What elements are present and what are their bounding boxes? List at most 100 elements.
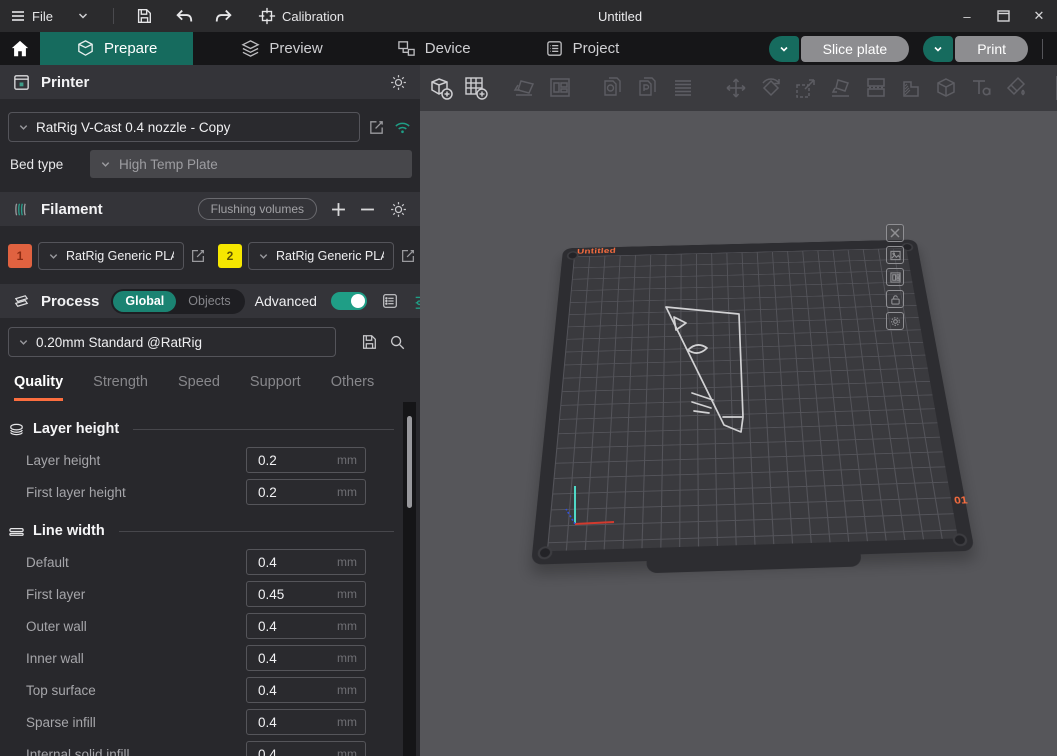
prepare-icon: [76, 39, 95, 58]
plate-settings-gear-icon[interactable]: [886, 312, 904, 330]
close-button[interactable]: ✕: [1021, 0, 1057, 32]
print-button[interactable]: Print: [923, 36, 1028, 62]
auto-orient-button[interactable]: [512, 75, 538, 101]
edit-printer-icon[interactable]: [368, 119, 385, 136]
slice-options-dropdown[interactable]: [769, 36, 799, 62]
setting-label: Layer height: [8, 453, 246, 468]
paste-button[interactable]: [635, 75, 661, 101]
tab-strength[interactable]: Strength: [93, 374, 148, 401]
delete-plate-icon[interactable]: [886, 224, 904, 242]
tab-speed[interactable]: Speed: [178, 374, 220, 401]
first-layer-height-input[interactable]: 0.2 mm: [246, 479, 366, 505]
edit-filament-2-icon[interactable]: [400, 248, 416, 264]
printer-settings-gear-icon[interactable]: [389, 73, 408, 92]
main-tab-bar: Prepare Preview Device Project Slice pla…: [0, 32, 1057, 65]
setting-unit: mm: [337, 619, 357, 633]
filament-section-header: Filament Flushing volumes: [0, 192, 420, 226]
line-width-sparse-infill-input[interactable]: 0.4 mm: [246, 709, 366, 735]
tab-quality[interactable]: Quality: [14, 374, 63, 401]
viewport-3d[interactable]: Untitled 01: [420, 65, 1057, 756]
mesh-boolean-button[interactable]: [933, 75, 959, 101]
print-options-dropdown[interactable]: [923, 36, 953, 62]
filament-2-select[interactable]: RatRig Generic PLA: [248, 242, 394, 270]
flushing-volumes-button[interactable]: Flushing volumes: [198, 198, 317, 220]
setting-row: First layer 0.45 mm: [8, 578, 394, 610]
printer-wifi-icon[interactable]: [393, 119, 412, 135]
home-icon: [10, 39, 30, 59]
undo-button[interactable]: [170, 4, 198, 28]
calibration-button[interactable]: Calibration: [258, 7, 344, 25]
group-divider: [133, 429, 394, 430]
chevron-down-icon: [48, 251, 59, 262]
line-width-default-input[interactable]: 0.4 mm: [246, 549, 366, 575]
printer-icon: [12, 73, 31, 92]
advanced-toggle[interactable]: [331, 292, 367, 310]
move-button[interactable]: [723, 75, 749, 101]
bed-type-select[interactable]: High Temp Plate: [90, 150, 412, 178]
hamburger-icon: [10, 8, 26, 24]
minimize-button[interactable]: –: [949, 0, 985, 32]
device-icon: [397, 39, 416, 58]
filament-settings-gear-icon[interactable]: [389, 200, 408, 219]
chevron-down-icon: [18, 337, 29, 348]
settings-panel: Layer height Layer height 0.2 mm First l…: [0, 402, 420, 756]
filament-icon: [12, 200, 31, 219]
scale-button[interactable]: [793, 75, 819, 101]
file-menu[interactable]: File: [10, 8, 53, 24]
line-width-first-layer-input[interactable]: 0.45 mm: [246, 581, 366, 607]
maximize-button[interactable]: [985, 0, 1021, 32]
filament-2-swatch[interactable]: 2: [218, 244, 242, 268]
tab-support[interactable]: Support: [250, 374, 301, 401]
text-tool-button[interactable]: [968, 75, 994, 101]
file-menu-dropdown[interactable]: [69, 4, 97, 28]
edit-filament-1-icon[interactable]: [190, 248, 206, 264]
plate-name-label[interactable]: Untitled: [577, 247, 616, 256]
arrange-button[interactable]: [547, 75, 573, 101]
split-button[interactable]: [863, 75, 889, 101]
slice-plate-button[interactable]: Slice plate: [769, 36, 910, 62]
filament-1-value: RatRig Generic PLA: [66, 249, 174, 263]
layer-height-input[interactable]: 0.2 mm: [246, 447, 366, 473]
filament-1-select[interactable]: RatRig Generic PLA: [38, 242, 184, 270]
lock-plate-icon[interactable]: [886, 290, 904, 308]
settings-scrollbar[interactable]: [403, 402, 416, 756]
color-painting-button[interactable]: [1003, 75, 1029, 101]
setting-label: Top surface: [8, 683, 246, 698]
printer-preset-select[interactable]: RatRig V-Cast 0.4 nozzle - Copy: [8, 112, 360, 142]
line-width-internal-solid-infill-input[interactable]: 0.4 mm: [246, 741, 366, 756]
merge-layers-button[interactable]: [670, 75, 696, 101]
process-preset-select[interactable]: 0.20mm Standard @RatRig: [8, 327, 336, 357]
tab-prepare[interactable]: Prepare: [40, 32, 193, 65]
scrollbar-thumb[interactable]: [407, 416, 412, 508]
tab-others[interactable]: Others: [331, 374, 375, 401]
parameter-list-icon[interactable]: [381, 292, 399, 310]
tab-project[interactable]: Project: [519, 32, 646, 65]
save-preset-icon[interactable]: [360, 333, 378, 351]
add-plate-button[interactable]: [463, 75, 489, 101]
build-plate[interactable]: Untitled 01: [531, 239, 975, 564]
search-preset-icon[interactable]: [388, 333, 406, 351]
tab-device[interactable]: Device: [371, 32, 497, 65]
plate-arrange-icon[interactable]: [886, 268, 904, 286]
line-width-top-surface-input[interactable]: 0.4 mm: [246, 677, 366, 703]
scope-objects[interactable]: Objects: [176, 291, 242, 312]
save-button[interactable]: [130, 4, 158, 28]
setting-label: Inner wall: [8, 651, 246, 666]
add-object-button[interactable]: [428, 75, 454, 101]
chevron-down-icon: [258, 251, 269, 262]
rotate-button[interactable]: [758, 75, 784, 101]
home-button[interactable]: [0, 32, 40, 65]
plate-image-icon[interactable]: [886, 246, 904, 264]
group-divider: [119, 531, 394, 532]
filament-1-swatch[interactable]: 1: [8, 244, 32, 268]
copy-button[interactable]: [600, 75, 626, 101]
variable-layer-height-button[interactable]: [898, 75, 924, 101]
tab-preview[interactable]: Preview: [215, 32, 348, 65]
line-width-outer-wall-input[interactable]: 0.4 mm: [246, 613, 366, 639]
lay-on-face-button[interactable]: [828, 75, 854, 101]
add-filament-icon[interactable]: [331, 202, 346, 217]
scope-global[interactable]: Global: [113, 291, 176, 312]
remove-filament-icon[interactable]: [360, 202, 375, 217]
redo-button[interactable]: [210, 4, 238, 28]
line-width-inner-wall-input[interactable]: 0.4 mm: [246, 645, 366, 671]
